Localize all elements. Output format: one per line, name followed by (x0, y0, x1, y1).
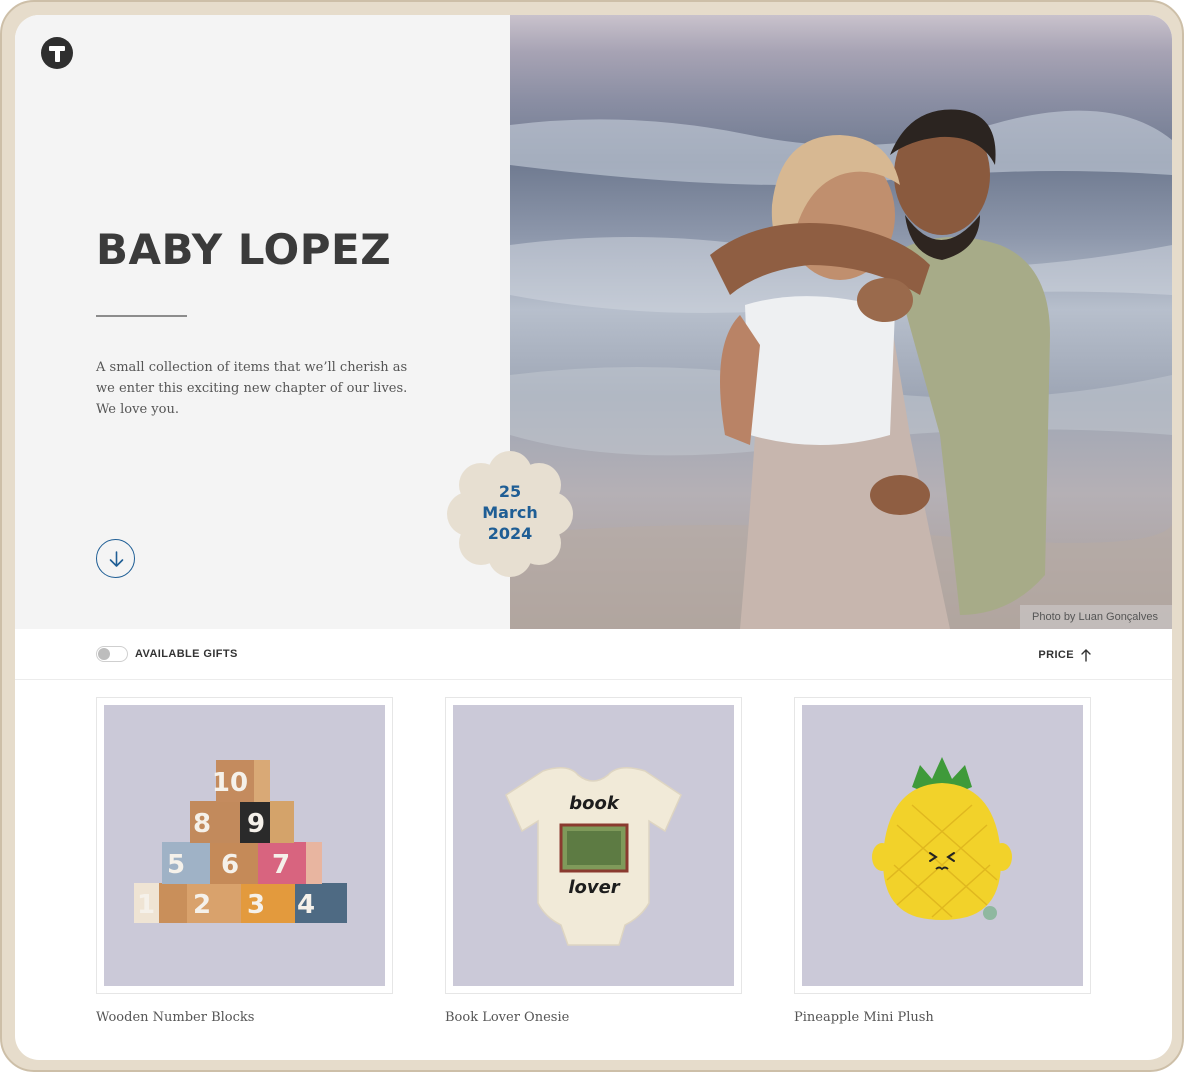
product-card-1[interactable]: 1 2 3 4 5 6 7 8 9 10 Wooden Number Block… (96, 697, 393, 1025)
description-line: A small collection of items that we’ll c… (96, 360, 408, 375)
scroll-down-button[interactable] (96, 539, 135, 578)
sort-by-price-button[interactable]: PRICE (1038, 646, 1092, 664)
available-gifts-toggle[interactable] (96, 646, 128, 662)
svg-text:5: 5 (167, 850, 185, 880)
event-date: 25 March 2024 (447, 481, 573, 544)
svg-text:2: 2 (193, 890, 211, 920)
svg-text:4: 4 (297, 890, 315, 920)
product-card-2[interactable]: book lover Book Lover Onesie (445, 697, 742, 1025)
product-image-frame[interactable] (794, 697, 1091, 994)
product-image: 1 2 3 4 5 6 7 8 9 10 (104, 705, 385, 986)
svg-text:7: 7 (272, 850, 290, 880)
page: BABY LOPEZ A small collection of items t… (15, 15, 1172, 1060)
onesie-print-top: book (569, 793, 620, 814)
hero-photo: Photo by Luan Gonçalves (510, 15, 1172, 629)
description-line: We love you. (96, 402, 179, 417)
product-name[interactable]: Book Lover Onesie (445, 1010, 742, 1025)
available-gifts-label[interactable]: AVAILABLE GIFTS (135, 648, 238, 660)
date-day: 25 (498, 482, 522, 501)
onesie-image: book lover (505, 767, 682, 946)
hero-description: A small collection of items that we’ll c… (96, 357, 408, 420)
date-badge: 25 March 2024 (447, 451, 573, 577)
svg-text:8: 8 (193, 809, 211, 839)
product-card-3[interactable]: Pineapple Mini Plush (794, 697, 1091, 1025)
sort-label: PRICE (1038, 649, 1074, 661)
svg-text:1: 1 (137, 890, 155, 920)
couple-beach-photo (510, 109, 1172, 629)
svg-text:3: 3 (247, 890, 265, 920)
pineapple-plush-image (872, 757, 1012, 920)
product-image-frame[interactable]: 1 2 3 4 5 6 7 8 9 10 (96, 697, 393, 994)
svg-text:9: 9 (247, 809, 265, 839)
product-name[interactable]: Wooden Number Blocks (96, 1010, 393, 1025)
hero-left-panel: BABY LOPEZ A small collection of items t… (15, 15, 510, 629)
arrow-up-icon (1081, 649, 1091, 662)
product-name[interactable]: Pineapple Mini Plush (794, 1010, 1091, 1025)
page-title: BABY LOPEZ (96, 225, 392, 274)
filter-bar: AVAILABLE GIFTS PRICE (15, 629, 1172, 680)
product-image (802, 705, 1083, 986)
date-month: March (482, 503, 538, 522)
onesie-print-bottom: lover (568, 877, 620, 898)
product-image: book lover (453, 705, 734, 986)
svg-text:6: 6 (221, 850, 239, 880)
wooden-blocks-image: 1 2 3 4 5 6 7 8 9 10 (134, 760, 347, 923)
date-year: 2024 (487, 524, 533, 543)
device-frame: BABY LOPEZ A small collection of items t… (0, 0, 1184, 1072)
photo-credit: Photo by Luan Gonçalves (1020, 605, 1172, 629)
arrow-down-icon (109, 551, 124, 567)
svg-text:10: 10 (212, 768, 248, 798)
product-image-frame[interactable]: book lover (445, 697, 742, 994)
title-divider (96, 315, 187, 317)
logo-icon[interactable] (41, 37, 73, 69)
description-line: we enter this exciting new chapter of ou… (96, 381, 408, 396)
